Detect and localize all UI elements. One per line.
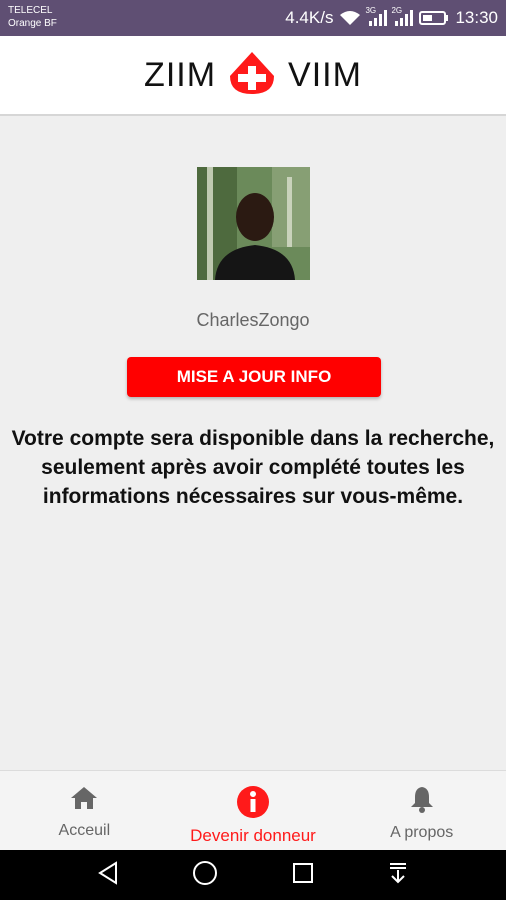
bell-icon — [409, 785, 435, 818]
nav-label-become-donor: Devenir donneur — [190, 826, 316, 845]
sim2-network-type: 2G — [391, 6, 403, 15]
avatar — [197, 167, 310, 280]
info-icon — [236, 785, 270, 824]
carrier-2: Orange BF — [8, 18, 57, 29]
nav-label-home: Acceuil — [58, 822, 111, 839]
back-icon[interactable] — [96, 860, 120, 890]
brand-right-text: VIIM — [288, 55, 362, 94]
home-circle-icon[interactable] — [191, 859, 219, 892]
battery-icon — [419, 10, 449, 26]
blood-drop-cross-logo-icon — [226, 50, 278, 101]
recents-icon[interactable] — [291, 861, 315, 890]
network-speed: 4.4K/s — [285, 8, 334, 27]
clock: 13:30 — [455, 8, 498, 27]
nav-label-about: A propos — [390, 824, 454, 841]
carrier-info: TELECEL Orange BF — [8, 4, 57, 30]
bottom-navigation: Acceuil Devenir donneur A propos — [0, 770, 506, 851]
carrier-1: TELECEL — [8, 5, 53, 16]
brand-left-text: ZIIM — [144, 55, 217, 94]
home-icon — [70, 785, 98, 816]
sim1-network-type: 3G — [365, 6, 377, 15]
username: CharlesZongo — [196, 310, 310, 330]
notification-pull-icon[interactable] — [386, 861, 410, 890]
nav-item-home[interactable]: Acceuil — [0, 771, 169, 851]
nav-item-become-donor[interactable]: Devenir donneur — [169, 771, 338, 851]
app-header: ZIIM VIIM — [0, 36, 506, 116]
update-info-button[interactable]: MISE A JOUR INFO — [127, 357, 381, 397]
system-navigation-bar — [0, 850, 506, 900]
signal-icon-sim2: 2G — [391, 6, 414, 26]
nav-item-about[interactable]: A propos — [337, 771, 506, 851]
status-icons: 4.4K/s 3G 2G 13:30 — [285, 0, 498, 36]
status-bar: TELECEL Orange BF 4.4K/s 3G 2G 13:30 — [0, 0, 506, 36]
wifi-icon — [339, 10, 361, 26]
account-availability-notice: Votre compte sera disponible dans la rec… — [11, 427, 495, 508]
signal-icon-sim1: 3G — [365, 6, 388, 26]
